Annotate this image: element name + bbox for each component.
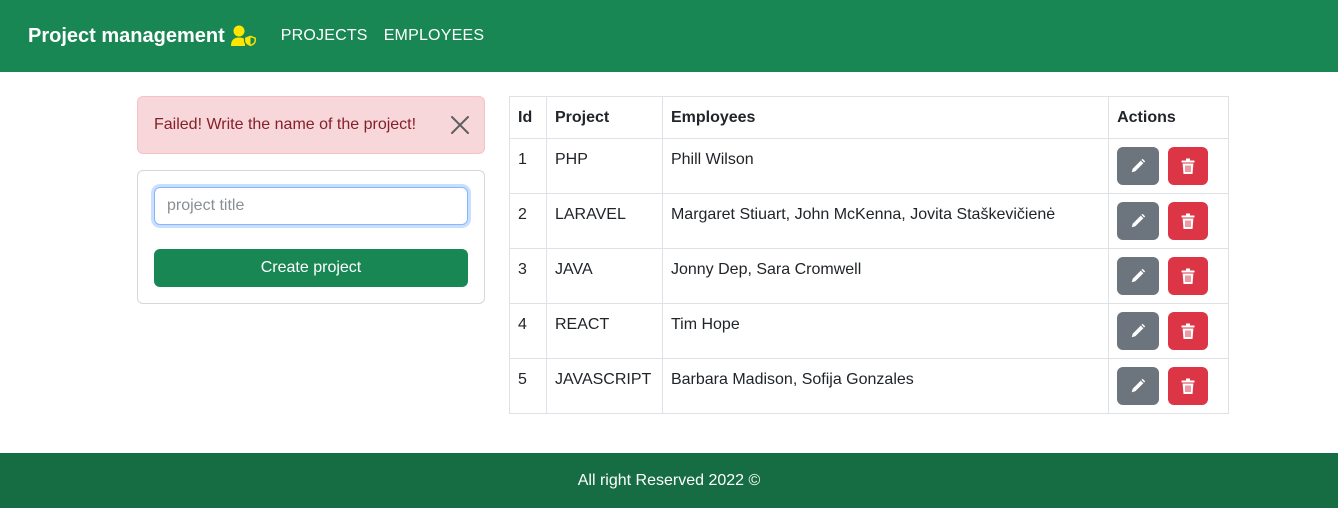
navbar: Project management PROJECTS EMPLOYEES bbox=[0, 0, 1338, 72]
edit-button[interactable] bbox=[1117, 147, 1160, 185]
delete-button[interactable] bbox=[1167, 147, 1208, 185]
header-employees: Employees bbox=[661, 96, 1110, 139]
edit-button[interactable] bbox=[1117, 312, 1160, 350]
header-id: Id bbox=[509, 96, 547, 139]
delete-button[interactable] bbox=[1167, 367, 1208, 405]
table-row: 2 LARAVEL Margaret Stiuart, John McKenna… bbox=[509, 193, 1229, 249]
cell-actions bbox=[1108, 248, 1229, 304]
projects-table: Id Project Employees Actions 1 PHP Phill… bbox=[509, 96, 1229, 414]
create-project-form: Create project bbox=[137, 170, 485, 304]
cell-employees: Barbara Madison, Sofija Gonzales bbox=[661, 358, 1110, 414]
table-header-row: Id Project Employees Actions bbox=[509, 96, 1229, 139]
footer: All right Reserved 2022 © bbox=[0, 453, 1338, 508]
table-row: 4 REACT Tim Hope bbox=[509, 303, 1229, 359]
header-actions: Actions bbox=[1108, 96, 1229, 139]
cell-actions bbox=[1108, 303, 1229, 359]
delete-button[interactable] bbox=[1167, 202, 1208, 240]
cell-actions bbox=[1108, 358, 1229, 414]
edit-button[interactable] bbox=[1117, 257, 1160, 295]
cell-id: 5 bbox=[509, 358, 547, 414]
pencil-icon bbox=[1131, 213, 1146, 228]
edit-button[interactable] bbox=[1117, 202, 1160, 240]
table-row: 1 PHP Phill Wilson bbox=[509, 138, 1229, 194]
cell-id: 3 bbox=[509, 248, 547, 304]
project-title-input[interactable] bbox=[154, 187, 468, 225]
nav-link-projects[interactable]: PROJECTS bbox=[281, 27, 368, 45]
error-alert: Failed! Write the name of the project! bbox=[137, 96, 485, 154]
cell-project: PHP bbox=[545, 138, 663, 194]
cell-actions bbox=[1108, 193, 1229, 249]
cell-employees: Margaret Stiuart, John McKenna, Jovita S… bbox=[661, 193, 1110, 249]
cell-project: LARAVEL bbox=[545, 193, 663, 249]
create-project-button[interactable]: Create project bbox=[154, 249, 468, 287]
cell-employees: Phill Wilson bbox=[661, 138, 1110, 194]
left-column: Failed! Write the name of the project! C… bbox=[137, 96, 485, 304]
pencil-icon bbox=[1131, 268, 1146, 283]
table-row: 5 JAVASCRIPT Barbara Madison, Sofija Gon… bbox=[509, 358, 1229, 414]
cell-project: REACT bbox=[545, 303, 663, 359]
brand[interactable]: Project management bbox=[28, 25, 257, 48]
cell-project: JAVASCRIPT bbox=[545, 358, 663, 414]
cell-employees: Tim Hope bbox=[661, 303, 1110, 359]
brand-title: Project management bbox=[28, 24, 225, 47]
delete-button[interactable] bbox=[1167, 257, 1208, 295]
trash-icon bbox=[1181, 378, 1195, 394]
delete-button[interactable] bbox=[1167, 312, 1208, 350]
cell-id: 2 bbox=[509, 193, 547, 249]
nav-link-employees[interactable]: EMPLOYEES bbox=[384, 27, 485, 45]
table-row: 3 JAVA Jonny Dep, Sara Cromwell bbox=[509, 248, 1229, 304]
cell-id: 1 bbox=[509, 138, 547, 194]
trash-icon bbox=[1181, 323, 1195, 339]
pencil-icon bbox=[1131, 378, 1146, 393]
cell-actions bbox=[1108, 138, 1229, 194]
trash-icon bbox=[1181, 268, 1195, 284]
user-shield-icon bbox=[230, 25, 257, 48]
cell-employees: Jonny Dep, Sara Cromwell bbox=[661, 248, 1110, 304]
alert-message: Failed! Write the name of the project! bbox=[154, 116, 417, 133]
trash-icon bbox=[1181, 213, 1195, 229]
header-project: Project bbox=[545, 96, 663, 139]
close-icon[interactable] bbox=[450, 115, 470, 135]
cell-project: JAVA bbox=[545, 248, 663, 304]
edit-button[interactable] bbox=[1117, 367, 1160, 405]
trash-icon bbox=[1181, 158, 1195, 174]
pencil-icon bbox=[1131, 158, 1146, 173]
projects-table-wrapper: Id Project Employees Actions 1 PHP Phill… bbox=[509, 96, 1229, 414]
cell-id: 4 bbox=[509, 303, 547, 359]
footer-text: All right Reserved 2022 © bbox=[577, 471, 761, 489]
pencil-icon bbox=[1131, 323, 1146, 338]
